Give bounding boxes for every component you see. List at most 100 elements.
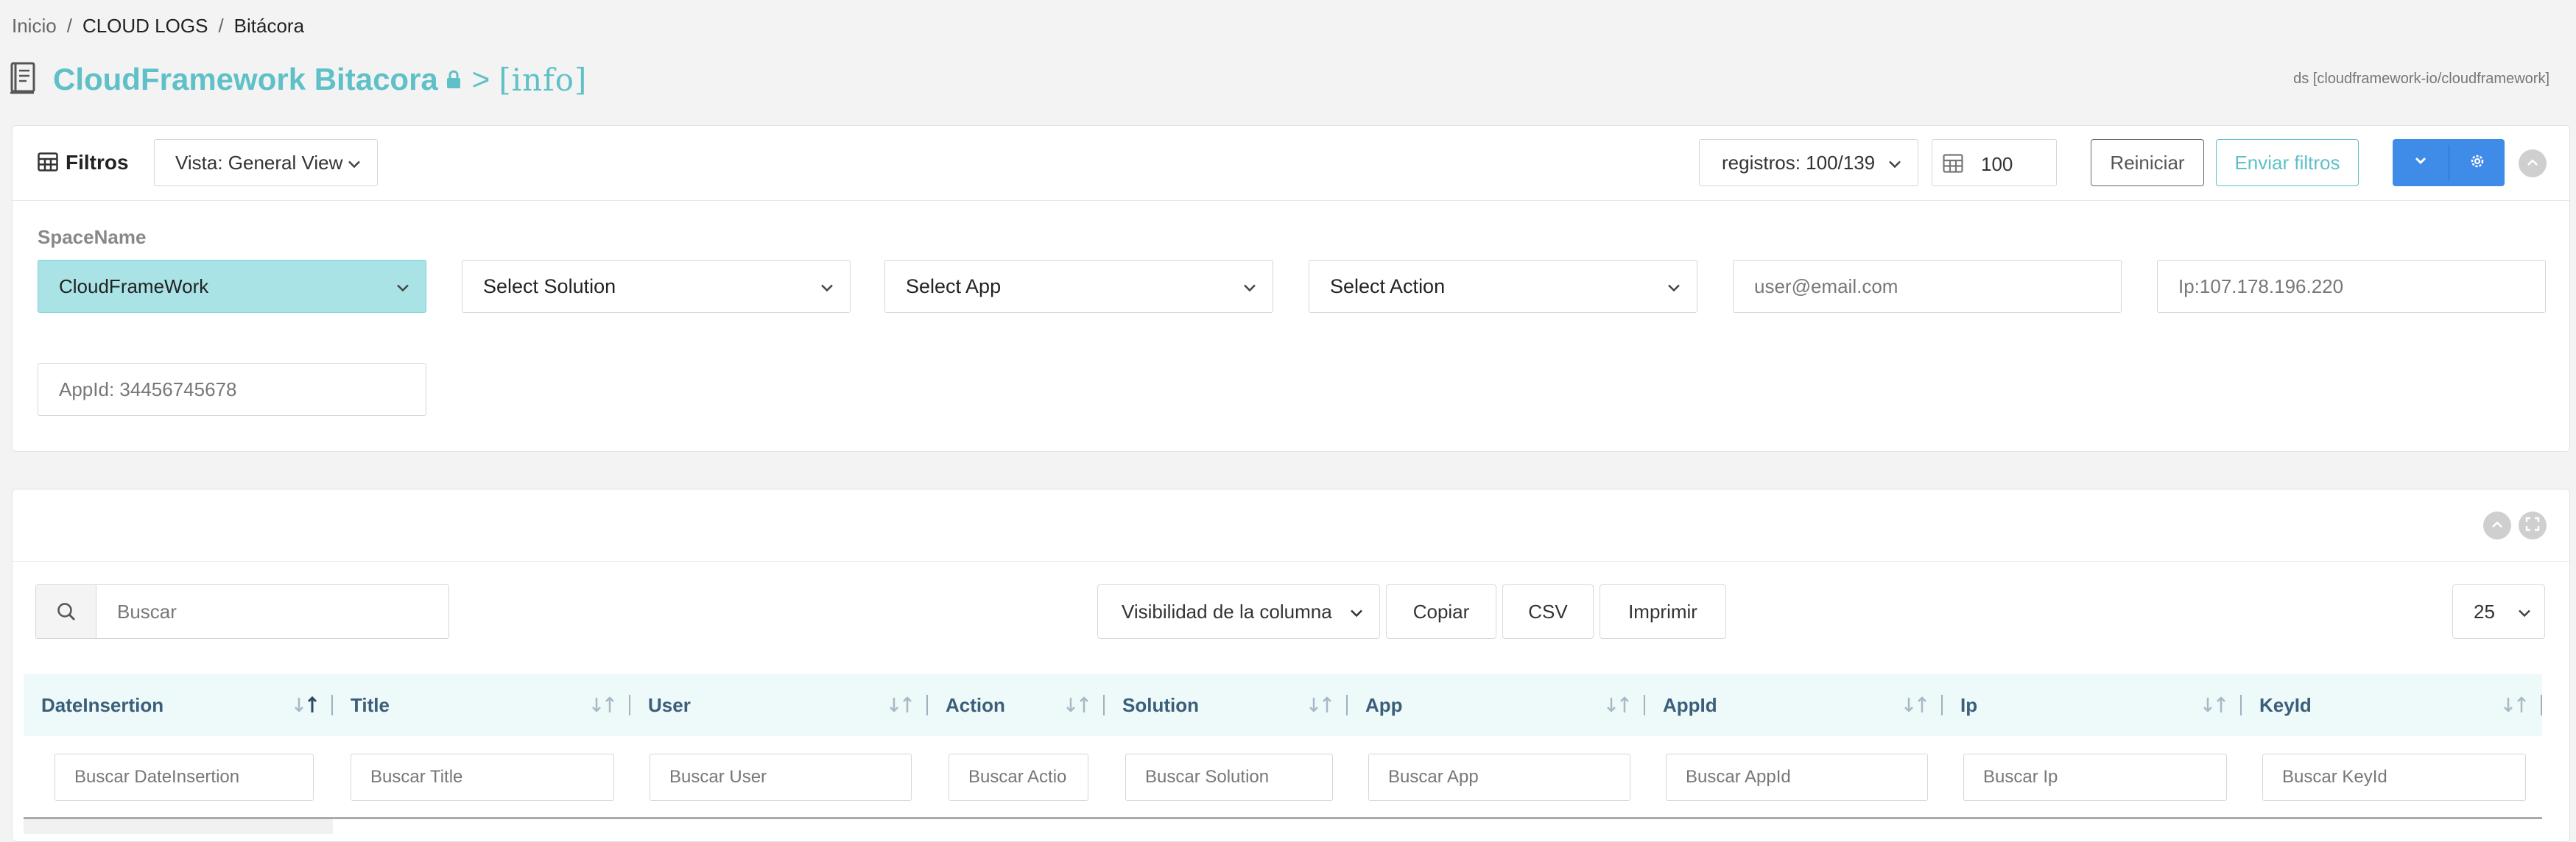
column-visibility-label: Visibilidad de la columna bbox=[1122, 600, 1332, 623]
column-header-title[interactable]: Title bbox=[333, 674, 630, 736]
column-header-user[interactable]: User bbox=[630, 674, 928, 736]
page-size-select[interactable]: 25 bbox=[2452, 584, 2545, 639]
table-header-row: DateInsertion Title User Action Solution bbox=[24, 674, 2542, 736]
expand-table-button[interactable] bbox=[2519, 512, 2547, 539]
book-icon bbox=[9, 62, 37, 98]
page-size-value: 25 bbox=[2474, 600, 2495, 623]
title-separator: > bbox=[471, 62, 490, 96]
datastore-label: ds [cloudframework-io/cloudframework] bbox=[2293, 71, 2549, 87]
chevron-down-icon bbox=[348, 152, 361, 174]
space-name-label: SpaceName bbox=[38, 226, 147, 248]
sort-icon bbox=[293, 695, 323, 715]
column-divider bbox=[2541, 695, 2542, 715]
column-header-ip[interactable]: Ip bbox=[1943, 674, 2242, 736]
column-header-label: Ip bbox=[1960, 693, 1978, 716]
column-header-keyid[interactable]: KeyId bbox=[2242, 674, 2542, 736]
table-icon bbox=[38, 152, 58, 175]
gear-icon bbox=[2468, 152, 2486, 174]
chevron-down-icon bbox=[820, 275, 834, 298]
column-header-action[interactable]: Action bbox=[928, 674, 1105, 736]
column-search-action[interactable] bbox=[949, 754, 1088, 801]
csv-button[interactable]: CSV bbox=[1502, 584, 1594, 639]
column-search-keyid[interactable] bbox=[2262, 754, 2526, 801]
table-panel-header bbox=[13, 489, 2569, 562]
table-icon bbox=[1943, 154, 1963, 177]
chevron-up-icon bbox=[2491, 519, 2503, 532]
column-header-label: Solution bbox=[1122, 693, 1199, 716]
column-search-appid[interactable] bbox=[1666, 754, 1928, 801]
breadcrumb-cloud-logs[interactable]: CLOUD LOGS bbox=[82, 15, 208, 37]
search-input[interactable] bbox=[96, 585, 448, 638]
column-header-appid[interactable]: AppId bbox=[1645, 674, 1943, 736]
column-header-label: Title bbox=[351, 693, 390, 716]
sort-icon bbox=[591, 695, 620, 715]
collapse-filters-button[interactable] bbox=[2519, 149, 2547, 177]
breadcrumb: Inicio / CLOUD LOGS / Bitácora bbox=[12, 15, 304, 38]
breadcrumb-separator: / bbox=[218, 15, 224, 37]
filters-header: Filtros Vista: General View registros: 1… bbox=[13, 126, 2569, 201]
settings-button[interactable] bbox=[2449, 139, 2505, 186]
breadcrumb-bitacora: Bitácora bbox=[233, 15, 305, 37]
view-select-label: Vista: General View bbox=[175, 151, 343, 174]
app-select-label: Select App bbox=[906, 275, 1002, 297]
column-search-title[interactable] bbox=[351, 754, 614, 801]
column-header-app[interactable]: App bbox=[1348, 674, 1645, 736]
records-select-label: registros: 100/139 bbox=[1722, 151, 1876, 174]
page-header: CloudFramework Bitacora > [info] bbox=[9, 57, 587, 102]
action-select[interactable]: Select Action bbox=[1309, 260, 1697, 313]
column-search-app[interactable] bbox=[1368, 754, 1630, 801]
chevron-down-icon bbox=[1350, 601, 1363, 623]
column-search-solution[interactable] bbox=[1125, 754, 1333, 801]
chevron-down-icon bbox=[2518, 601, 2531, 623]
chevron-down-icon bbox=[1888, 152, 1901, 174]
column-header-label: App bbox=[1365, 693, 1403, 716]
space-name-select[interactable]: CloudFrameWork bbox=[38, 260, 426, 313]
limit-value: 100 bbox=[1981, 153, 2013, 175]
column-header-label: Action bbox=[946, 693, 1005, 716]
app-select[interactable]: Select App bbox=[884, 260, 1273, 313]
copy-button[interactable]: Copiar bbox=[1386, 584, 1496, 639]
solution-select-label: Select Solution bbox=[483, 275, 616, 297]
search-icon bbox=[36, 585, 96, 638]
info-link[interactable]: [info] bbox=[499, 62, 587, 98]
column-header-label: DateInsertion bbox=[41, 693, 164, 716]
table-search bbox=[35, 584, 449, 639]
column-search-user[interactable] bbox=[650, 754, 912, 801]
send-filters-button[interactable]: Enviar filtros bbox=[2216, 139, 2359, 186]
column-header-solution[interactable]: Solution bbox=[1105, 674, 1348, 736]
actions-button-group bbox=[2393, 139, 2505, 186]
filters-title: Filtros bbox=[66, 151, 129, 174]
chevron-down-icon bbox=[1667, 275, 1681, 298]
column-search-dateinsertion[interactable] bbox=[54, 754, 314, 801]
space-name-value: CloudFrameWork bbox=[59, 275, 209, 297]
collapse-table-button[interactable] bbox=[2483, 512, 2511, 539]
lock-icon bbox=[446, 70, 462, 89]
sort-icon bbox=[1308, 695, 1337, 715]
print-button[interactable]: Imprimir bbox=[1600, 584, 1726, 639]
sort-icon bbox=[888, 695, 918, 715]
sort-icon bbox=[1605, 695, 1635, 715]
ip-field[interactable] bbox=[2157, 260, 2546, 313]
records-select[interactable]: registros: 100/139 bbox=[1699, 139, 1918, 186]
solution-select[interactable]: Select Solution bbox=[462, 260, 851, 313]
sort-icon bbox=[1065, 695, 1094, 715]
column-visibility-button[interactable]: Visibilidad de la columna bbox=[1097, 584, 1380, 639]
action-select-label: Select Action bbox=[1330, 275, 1446, 297]
email-field[interactable] bbox=[1733, 260, 2122, 313]
table-header-bottom-border bbox=[24, 817, 2542, 819]
dropdown-toggle[interactable] bbox=[2393, 139, 2449, 186]
column-header-dateinsertion[interactable]: DateInsertion bbox=[24, 674, 333, 736]
view-select[interactable]: Vista: General View bbox=[154, 139, 378, 186]
appid-field[interactable] bbox=[38, 363, 426, 416]
chevron-up-icon bbox=[2527, 157, 2538, 170]
page-title: CloudFramework Bitacora bbox=[53, 62, 438, 96]
breadcrumb-inicio[interactable]: Inicio bbox=[12, 15, 57, 37]
expand-icon bbox=[2525, 517, 2540, 535]
limit-field[interactable]: 100 bbox=[1932, 139, 2057, 186]
sort-icon bbox=[2202, 695, 2231, 715]
reset-button[interactable]: Reiniciar bbox=[2091, 139, 2204, 186]
sort-icon bbox=[2502, 695, 2532, 715]
column-search-ip[interactable] bbox=[1963, 754, 2227, 801]
column-header-label: AppId bbox=[1663, 693, 1717, 716]
filters-panel: Filtros Vista: General View registros: 1… bbox=[12, 125, 2570, 452]
